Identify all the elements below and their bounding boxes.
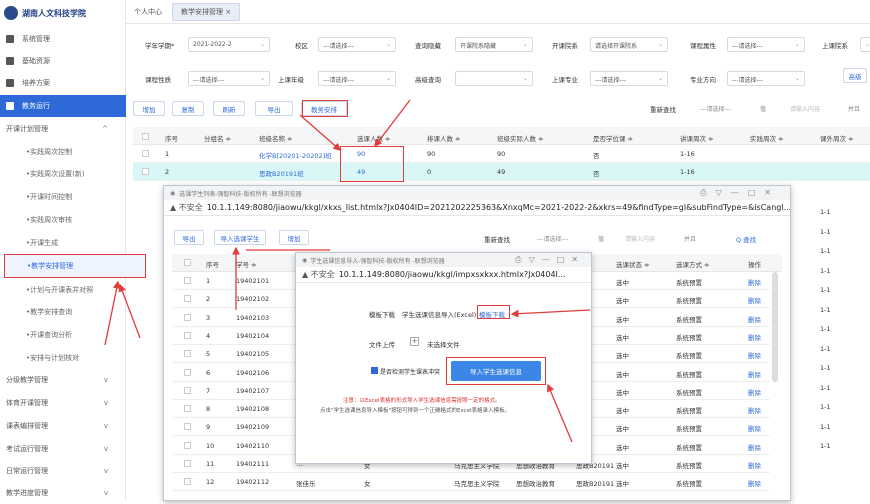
- arrow-line: [546, 383, 573, 443]
- arrow-line: [118, 283, 141, 339]
- arrow-line: [510, 309, 591, 318]
- arrow-line: [299, 114, 341, 151]
- annotation-arrows: [104, 99, 591, 443]
- arrow-line: [374, 99, 411, 148]
- arrow-line: [104, 280, 121, 346]
